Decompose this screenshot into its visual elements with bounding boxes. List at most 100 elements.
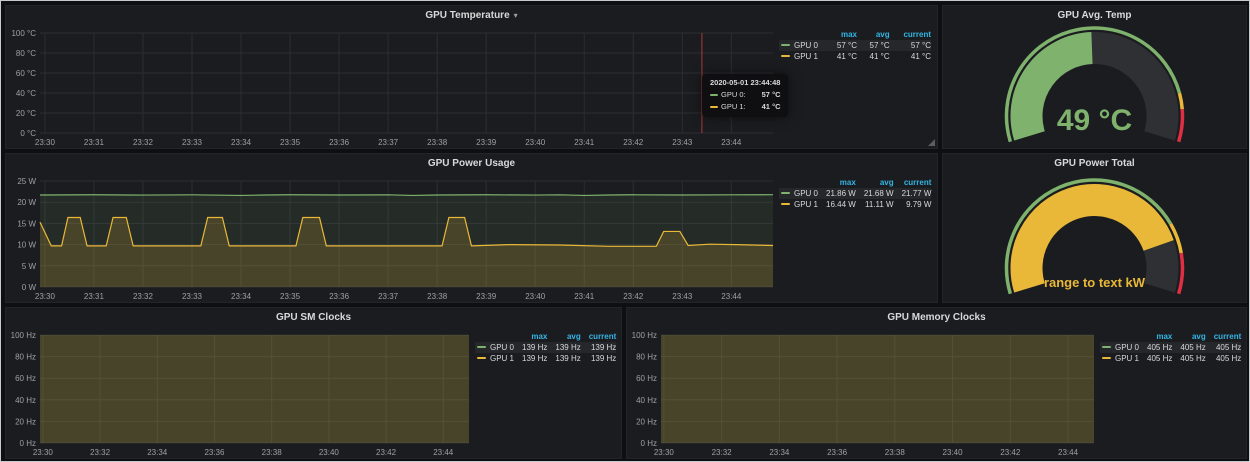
legend-header-avg[interactable]: avg: [1172, 331, 1205, 342]
gpu-memory-clocks-chart[interactable]: 100 Hz80 Hz60 Hz40 Hz20 Hz0 Hz23:3023:32…: [629, 327, 1100, 458]
legend-header-avg[interactable]: avg: [547, 331, 580, 342]
svg-text:23:42: 23:42: [623, 292, 644, 301]
legend-value: 16.44 W: [818, 199, 856, 210]
svg-text:23:42: 23:42: [623, 138, 644, 147]
legend-value: 9.79 W: [894, 199, 932, 210]
svg-text:100 Hz: 100 Hz: [632, 331, 657, 340]
svg-text:23:35: 23:35: [280, 292, 301, 301]
panel-header-gpu-avg-temp[interactable]: GPU Avg. Temp: [943, 6, 1246, 25]
svg-text:0 Hz: 0 Hz: [20, 439, 36, 448]
legend-row: GPU 1139 Hz139 Hz139 Hz: [475, 353, 616, 364]
svg-text:23:36: 23:36: [329, 138, 350, 147]
svg-text:23:43: 23:43: [672, 138, 693, 147]
legend-table: maxavgcurrentGPU 021.86 W21.68 W21.77 WG…: [779, 177, 931, 210]
gpu-power-usage-legend: maxavgcurrentGPU 021.86 W21.68 W21.77 WG…: [779, 173, 937, 302]
panel-title-gpu-temperature: GPU Temperature: [425, 10, 509, 21]
svg-text:23:32: 23:32: [133, 138, 154, 147]
legend-row: GPU 0139 Hz139 Hz139 Hz: [475, 342, 616, 353]
panel-gpu-power-total: GPU Power Total range to text kW: [942, 153, 1247, 303]
panel-resize-handle[interactable]: [928, 139, 935, 146]
panel-header-gpu-power-total[interactable]: GPU Power Total: [943, 154, 1246, 173]
legend-header-max[interactable]: max: [514, 331, 547, 342]
gpu-sm-clocks-chart[interactable]: 100 Hz80 Hz60 Hz40 Hz20 Hz0 Hz23:3023:32…: [8, 327, 475, 458]
legend-value: 57 °C: [890, 40, 931, 51]
chart-tooltip: 2020-05-01 23:44:48 GPU 0: 57 °C GPU 1: …: [702, 74, 788, 117]
svg-text:25 W: 25 W: [17, 177, 36, 186]
legend-table: maxavgcurrentGPU 057 °C57 °C57 °CGPU 141…: [779, 29, 931, 62]
svg-text:0 W: 0 W: [22, 283, 37, 292]
legend-value: 41 °C: [857, 51, 890, 62]
panel-header-gpu-power-usage[interactable]: GPU Power Usage: [6, 154, 937, 173]
svg-text:20 Hz: 20 Hz: [636, 417, 657, 426]
panel-gpu-power-usage: GPU Power Usage 25 W20 W15 W10 W5 W0 W23…: [5, 153, 938, 303]
legend-header-avg[interactable]: avg: [857, 29, 890, 40]
legend-value: 21.77 W: [894, 188, 932, 199]
svg-text:23:30: 23:30: [35, 138, 56, 147]
legend-header-max[interactable]: max: [818, 177, 856, 188]
panel-header-gpu-sm-clocks[interactable]: GPU SM Clocks: [6, 308, 621, 327]
legend-row: GPU 021.86 W21.68 W21.77 W: [779, 188, 931, 199]
svg-text:100 °C: 100 °C: [11, 29, 36, 38]
legend-value: 139 Hz: [581, 353, 617, 364]
legend-header-avg[interactable]: avg: [856, 177, 894, 188]
svg-text:40 Hz: 40 Hz: [636, 396, 657, 405]
svg-text:20 Hz: 20 Hz: [15, 417, 36, 426]
svg-text:23:42: 23:42: [1000, 448, 1021, 457]
svg-text:23:44: 23:44: [1058, 448, 1079, 457]
legend-header-current[interactable]: current: [894, 177, 932, 188]
legend-row: GPU 116.44 W11.11 W9.79 W: [779, 199, 931, 210]
legend-series-name[interactable]: GPU 1: [1115, 354, 1139, 363]
panel-gpu-avg-temp: GPU Avg. Temp 49 °C: [942, 5, 1247, 149]
legend-value: 139 Hz: [514, 353, 547, 364]
legend-series-name[interactable]: GPU 0: [490, 343, 514, 352]
legend-header-current[interactable]: current: [890, 29, 931, 40]
panel-header-gpu-temperature[interactable]: GPU Temperature ▾: [6, 6, 937, 25]
svg-text:23:40: 23:40: [525, 292, 546, 301]
svg-text:23:33: 23:33: [182, 138, 203, 147]
series-dash-icon: [710, 94, 718, 96]
legend-series-name[interactable]: GPU 1: [794, 52, 818, 61]
legend-header-max[interactable]: max: [824, 29, 857, 40]
panel-gpu-sm-clocks: GPU SM Clocks 100 Hz80 Hz60 Hz40 Hz20 Hz…: [5, 307, 622, 459]
tooltip-row: GPU 1: 41 °C: [710, 101, 780, 113]
svg-text:23:32: 23:32: [90, 448, 111, 457]
legend-series-name[interactable]: GPU 1: [794, 200, 818, 209]
legend-series-name[interactable]: GPU 0: [794, 41, 818, 50]
svg-text:23:34: 23:34: [147, 448, 168, 457]
series-dash-icon: [477, 346, 486, 348]
grafana-dashboard: GPU Temperature ▾ 100 °C80 °C60 °C40 °C2…: [0, 0, 1250, 462]
legend-header-current[interactable]: current: [1206, 331, 1242, 342]
tooltip-timestamp: 2020-05-01 23:44:48: [710, 78, 780, 87]
svg-text:23:32: 23:32: [712, 448, 733, 457]
svg-text:80 Hz: 80 Hz: [636, 353, 657, 362]
svg-text:40 Hz: 40 Hz: [15, 396, 36, 405]
series-dash-icon: [1102, 357, 1111, 359]
legend-header-current[interactable]: current: [581, 331, 617, 342]
gpu-temperature-chart[interactable]: 100 °C80 °C60 °C40 °C20 °C0 °C23:3023:31…: [8, 25, 779, 148]
legend-series-name[interactable]: GPU 0: [1115, 343, 1139, 352]
svg-text:23:30: 23:30: [35, 292, 56, 301]
legend-row: GPU 1405 Hz405 Hz405 Hz: [1100, 353, 1241, 364]
series-dash-icon: [781, 203, 790, 205]
chevron-down-icon[interactable]: ▾: [514, 11, 518, 20]
svg-text:60 Hz: 60 Hz: [15, 374, 36, 383]
legend-value: 57 °C: [824, 40, 857, 51]
gpu-avg-temp-gauge: 49 °C: [943, 25, 1246, 148]
legend-table: maxavgcurrentGPU 0405 Hz405 Hz405 HzGPU …: [1100, 331, 1241, 364]
panel-gpu-memory-clocks: GPU Memory Clocks 100 Hz80 Hz60 Hz40 Hz2…: [626, 307, 1247, 459]
legend-value: 41 °C: [890, 51, 931, 62]
legend-header-max[interactable]: max: [1139, 331, 1172, 342]
svg-text:23:35: 23:35: [280, 138, 301, 147]
gpu-temperature-legend: maxavgcurrentGPU 057 °C57 °C57 °CGPU 141…: [779, 25, 937, 148]
tooltip-row: GPU 0: 57 °C: [710, 89, 780, 101]
legend-row: GPU 141 °C41 °C41 °C: [779, 51, 931, 62]
gpu-power-usage-chart[interactable]: 25 W20 W15 W10 W5 W0 W23:3023:3123:3223:…: [8, 173, 779, 302]
svg-text:23:40: 23:40: [319, 448, 340, 457]
svg-text:23:30: 23:30: [654, 448, 675, 457]
svg-text:23:39: 23:39: [476, 292, 497, 301]
svg-text:10 W: 10 W: [17, 241, 36, 250]
legend-series-name[interactable]: GPU 0: [794, 189, 818, 198]
panel-header-gpu-memory-clocks[interactable]: GPU Memory Clocks: [627, 308, 1246, 327]
series-dash-icon: [477, 357, 486, 359]
legend-series-name[interactable]: GPU 1: [490, 354, 514, 363]
